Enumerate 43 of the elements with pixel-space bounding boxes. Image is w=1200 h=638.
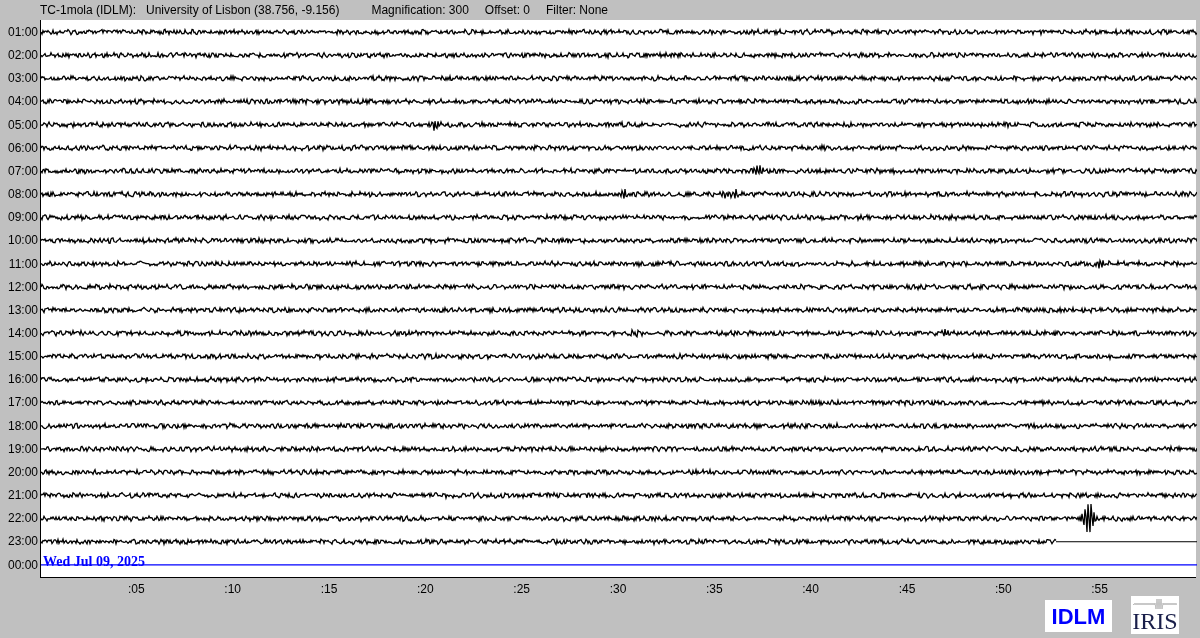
tick-label: :15 (319, 581, 339, 598)
hour-label: 10:00 (7, 234, 38, 247)
tick-label: :40 (801, 581, 820, 598)
hour-label: 13:00 (7, 303, 38, 316)
hour-label: 04:00 (7, 95, 38, 108)
hour-label: 15:00 (7, 350, 38, 363)
hour-label: 18:00 (7, 419, 38, 432)
filter-label: Filter: None (546, 2, 609, 19)
tick-label: :45 (897, 581, 917, 598)
tick-label: :55 (1090, 581, 1109, 598)
hour-label: 06:00 (7, 141, 38, 154)
offset-label: Offset: 0 (484, 2, 530, 19)
hour-label: 11:00 (8, 257, 38, 270)
tick-label: :20 (415, 581, 435, 598)
hour-label: 20:00 (7, 465, 38, 478)
hour-label: 17:00 (7, 396, 38, 409)
hour-label: 22:00 (7, 512, 38, 525)
station-name: TC-1mola (IDLM): (40, 2, 136, 19)
hour-label: 00:00 (7, 558, 38, 571)
hour-label: 19:00 (7, 442, 38, 455)
hour-label: 05:00 (7, 118, 38, 131)
tick-label: :50 (993, 581, 1013, 598)
hour-label: 09:00 (7, 211, 38, 224)
tick-label: :05 (127, 581, 146, 598)
hour-label: 21:00 (7, 489, 38, 502)
tick-label: :10 (223, 581, 242, 598)
station-location: University of Lisbon (38.756, -9.156) (146, 2, 340, 19)
hour-label: 14:00 (7, 327, 38, 339)
tick-label: :35 (704, 581, 724, 598)
tick-label: :25 (512, 581, 531, 598)
hour-label: 08:00 (7, 188, 38, 201)
tick-label: :30 (608, 581, 628, 598)
hour-label: 07:00 (7, 164, 38, 177)
logo-text: IRIS (1132, 609, 1178, 633)
hour-label: 16:00 (7, 373, 38, 386)
hour-label: 02:00 (7, 49, 38, 62)
hour-label: 23:00 (7, 535, 38, 548)
magnification-label: Magnification: 300 (371, 2, 469, 19)
hour-label: 03:00 (7, 72, 38, 85)
waveform-icon (1133, 598, 1177, 610)
hour-label: 01:00 (7, 25, 38, 38)
hour-label: 12:00 (7, 280, 38, 293)
idlm-logo: IDLM (1045, 600, 1112, 632)
